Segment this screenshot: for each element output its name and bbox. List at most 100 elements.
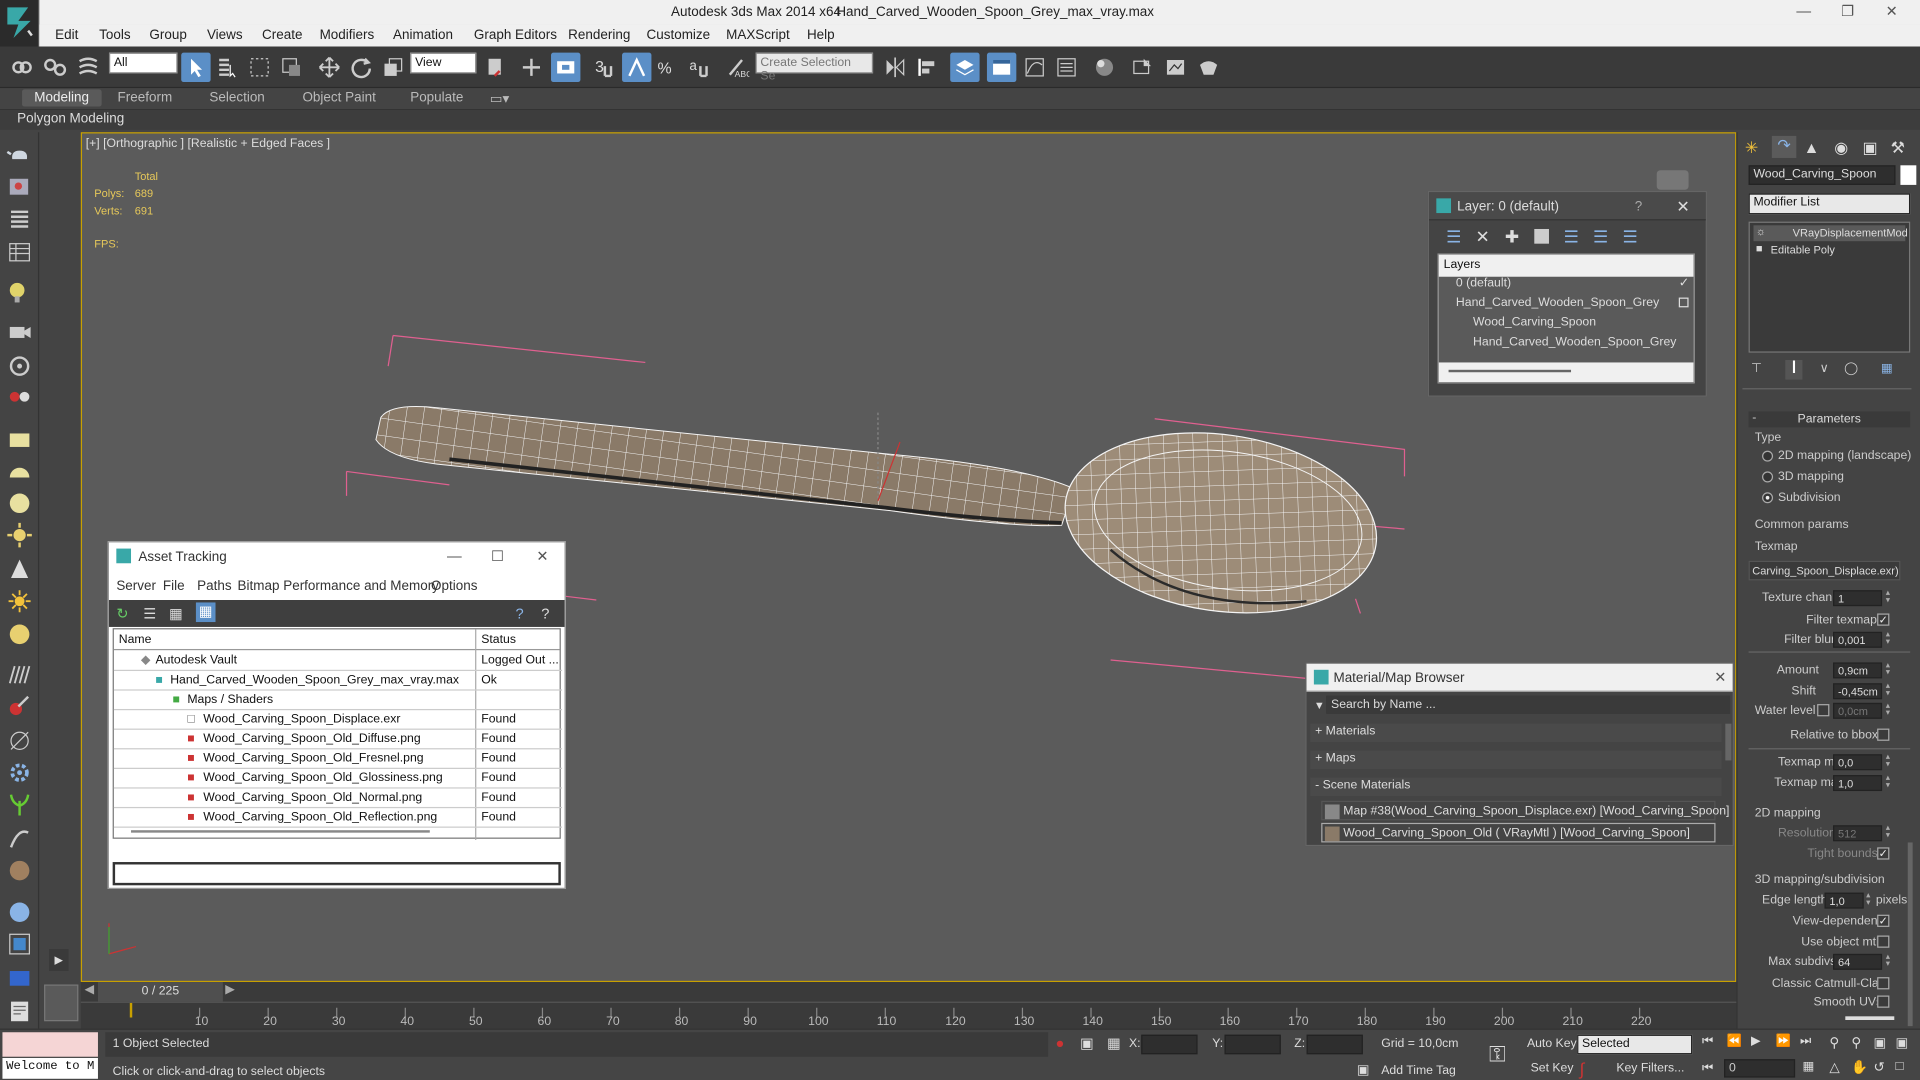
go-to-start-icon[interactable]: ⏮ [1702,1035,1713,1048]
isolate-selection-icon[interactable]: ● [1056,1035,1065,1052]
ribbon-options-icon[interactable]: ▭▾ [490,91,509,107]
time-slider[interactable]: ◀ 0 / 225 ▶ [80,982,1737,1002]
asset-menu-options[interactable]: Options [431,579,477,594]
hair-fx-icon[interactable] [6,825,33,852]
new-layer-icon[interactable]: ☰ [1446,227,1461,248]
move-icon[interactable] [315,53,344,82]
ball-icon[interactable] [6,621,33,648]
field-of-view-icon[interactable]: △ [1829,1059,1839,1075]
table-row[interactable]: ■ Maps / Shaders [113,691,563,711]
texture-ball-icon[interactable] [6,857,33,884]
water-level-field[interactable]: 0,0cm [1833,702,1883,719]
asset-path-field[interactable] [112,862,561,886]
edge-length-spinner[interactable]: ▴ ▾ [1866,891,1873,909]
object-color-swatch[interactable] [1900,165,1917,185]
radio-3d-mapping-label[interactable]: 3D mapping [1778,470,1844,483]
gear-icon[interactable] [6,759,33,786]
asset-close-icon[interactable]: ✕ [536,547,548,564]
asset-maximize-icon[interactable]: ☐ [491,547,504,564]
menu-maxscript[interactable]: MAXScript [726,28,790,43]
column-name-header[interactable]: Name [119,633,152,646]
section-scene-materials[interactable]: - Scene Materials [1310,777,1722,796]
edge-length-field[interactable]: 1,0 [1824,892,1864,909]
table-row[interactable]: □ Wood_Carving_Spoon_Displace.exr Found [113,710,563,730]
auto-key-button[interactable]: Auto Key [1527,1037,1577,1050]
filter-blur-field[interactable]: 0,001 [1833,631,1883,648]
menu-modifiers[interactable]: Modifiers [320,28,375,43]
key-mode-toggle-icon[interactable]: ⏮ [1702,1062,1713,1075]
current-frame-field[interactable]: 0 [1724,1059,1796,1078]
table-row[interactable]: ■ Wood_Carving_Spoon_Old_Diffuse.png Found [113,730,563,750]
display-tab-icon[interactable]: ▣ [1862,138,1877,158]
previous-frame-icon[interactable]: ◀ [84,983,93,996]
tab-object-paint[interactable]: Object Paint [302,91,375,106]
search-options-icon[interactable]: ▼ [1314,699,1325,711]
minimize-icon[interactable]: — [1790,2,1817,22]
rectangular-selection-icon[interactable] [245,53,274,82]
resolution-field[interactable]: 512 [1833,825,1883,842]
app-logo-icon[interactable] [0,0,40,47]
texmap-max-spinner[interactable]: ▴ ▾ [1886,774,1893,791]
selection-lock-icon[interactable]: ▣ [1080,1035,1094,1052]
restore-icon[interactable]: ❐ [1834,2,1861,22]
edit-named-selection-icon[interactable]: ABC [722,53,751,82]
render-icon[interactable] [6,174,33,201]
resolution-spinner[interactable]: ▴ ▾ [1886,824,1893,841]
check-icon[interactable]: ✓ [1679,277,1689,290]
teapot-icon[interactable] [6,142,33,169]
show-end-result-icon[interactable]: ❙ [1785,360,1803,380]
align-icon[interactable] [912,53,941,82]
absolute-mode-icon[interactable]: ▦ [1107,1035,1121,1052]
smooth-uvs-checkbox[interactable] [1877,995,1890,1008]
table-row[interactable]: ■ Hand_Carved_Wooden_Spoon_Grey_max_vray.… [113,671,563,691]
camera-icon[interactable] [6,318,33,345]
key-filters-button[interactable]: Key Filters... [1616,1062,1684,1075]
bind-space-warp-icon[interactable] [73,53,102,82]
object-name-field[interactable]: Wood_Carving_Spoon [1748,165,1896,185]
stack-item-editable-poly[interactable]: ■ Editable Poly [1753,242,1905,258]
add-to-layer-icon[interactable]: ✚ [1505,227,1519,248]
pivot-center-icon[interactable] [481,53,510,82]
spinner-snap-icon[interactable]: a [684,53,713,82]
radio-2d-mapping-label[interactable]: 2D mapping (landscape) [1778,449,1911,462]
help-icon[interactable]: ? [516,605,524,622]
reference-coordinate-dropdown[interactable]: View [410,52,477,74]
light-icon[interactable] [6,279,33,306]
delete-layer-icon[interactable]: ✕ [1476,227,1490,248]
utilities-tab-icon[interactable]: ⚒ [1891,138,1905,158]
unlink-icon[interactable] [40,53,69,82]
menu-tools[interactable]: Tools [99,28,130,43]
layer-close-icon[interactable]: ✕ [1676,197,1689,217]
asset-minimize-icon[interactable]: — [447,547,462,564]
refresh-icon[interactable]: ↻ [116,605,128,622]
tab-modeling[interactable]: Modeling [22,89,102,107]
pin-stack-icon[interactable]: ⊤ [1751,362,1762,375]
asset-scrollbar[interactable] [131,830,430,833]
remove-modifier-icon[interactable]: ◯ [1844,362,1858,375]
menu-customize[interactable]: Customize [647,28,711,43]
expand-arrow-icon[interactable]: ▶ [48,948,69,972]
layer-item-default[interactable]: 0 (default) ✓ [1456,277,1711,297]
menu-edit[interactable]: Edit [55,28,78,43]
table-row[interactable]: ■ Wood_Carving_Spoon_Old_Glossiness.png Fo… [113,769,563,789]
go-to-end-icon[interactable]: ⏭ [1800,1035,1811,1048]
list-item[interactable]: Map #38(Wood_Carving_Spoon_Displace.exr)… [1321,800,1729,821]
percent-snap-icon[interactable]: % [653,53,682,82]
render-production-icon[interactable] [1194,53,1223,82]
film-icon[interactable] [6,384,33,411]
plant-icon[interactable] [6,791,33,818]
material-search-input[interactable]: Search by Name ... [1326,695,1731,714]
radio-subdivision[interactable] [1762,492,1774,504]
viewcube-icon[interactable] [1656,170,1689,190]
set-key-mode-icon[interactable]: ∫ [1580,1059,1585,1079]
snap-3-icon[interactable]: 3 [590,53,619,82]
stack-item-vray-displacement[interactable]: ☼ VRayDisplacementMod [1753,225,1908,242]
select-object-icon[interactable] [181,52,211,83]
manipulate-icon[interactable] [517,53,546,82]
y-coord-field[interactable] [1224,1034,1281,1055]
texmap-max-field[interactable]: 1,0 [1833,775,1883,792]
freeze-all-layers-icon[interactable]: ☰ [1622,227,1637,248]
filter-blur-spinner[interactable]: ▴ ▾ [1886,631,1893,648]
filter-texmap-checkbox[interactable]: ✓ [1877,613,1890,626]
layers-header[interactable]: Layers [1444,258,1481,271]
